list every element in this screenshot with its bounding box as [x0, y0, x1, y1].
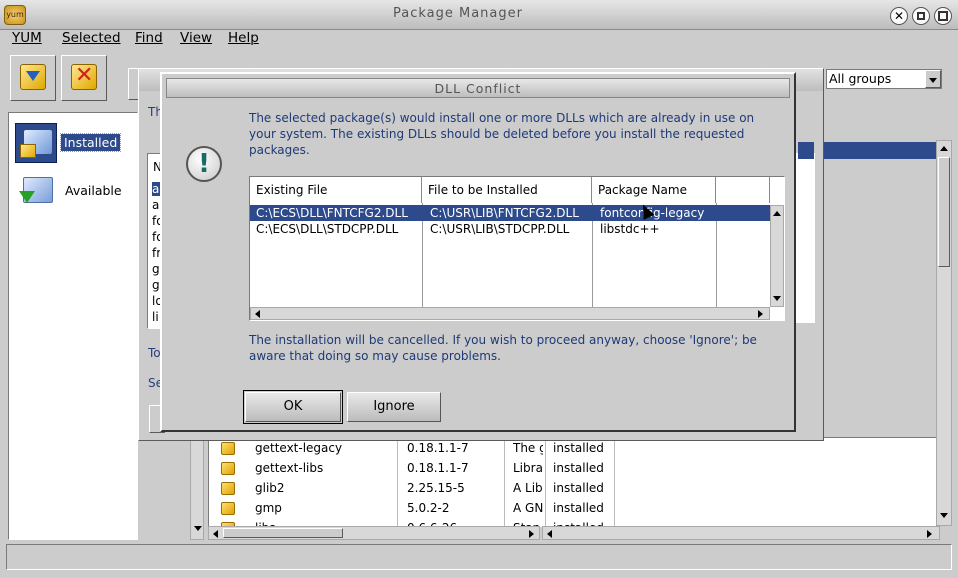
column-header-package-name[interactable]: Package Name: [592, 177, 716, 203]
groups-dropdown[interactable]: All groups: [826, 69, 942, 89]
install-button[interactable]: [10, 55, 56, 101]
sidebar-item-label: Installed: [59, 133, 122, 152]
ok-button[interactable]: OK: [243, 390, 343, 424]
package-summary-cell: A Libr: [513, 481, 543, 495]
table-row[interactable]: C:\ECS\DLL\STDCPP.DLL C:\USR\LIB\STDCPP.…: [250, 221, 772, 237]
package-status-cell: installed: [553, 441, 604, 455]
chevron-down-icon[interactable]: [925, 70, 941, 88]
conflict-table: Existing File File to be Installed Packa…: [249, 176, 785, 321]
package-name-cell: libstdc++: [600, 222, 660, 236]
package-version-cell: 2.25.15-5: [407, 481, 465, 495]
dll-conflict-dialog: DLL Conflict ! The selected package(s) w…: [160, 72, 796, 432]
background-list-item[interactable]: g: [152, 262, 160, 276]
package-name-cell: fontconfig-legacy: [600, 206, 705, 220]
maximize-icon[interactable]: [912, 7, 930, 25]
status-bar: [6, 544, 952, 570]
installed-folder-icon: [15, 123, 57, 163]
left-pane-vertical-scrollbar[interactable]: [190, 437, 204, 540]
install-file-cell: C:\USR\LIB\STDCPP.DLL: [430, 222, 570, 236]
package-summary-cell: A GNU: [513, 501, 543, 515]
package-list-vertical-scrollbar[interactable]: [936, 140, 952, 526]
close-icon[interactable]: ✕: [890, 7, 908, 25]
main-title-bar[interactable]: yum Package Manager ✕: [0, 0, 958, 30]
sidebar: Installed Available: [8, 112, 138, 540]
install-file-cell: C:\USR\LIB\FNTCFG2.DLL: [430, 206, 579, 220]
background-list-item[interactable]: g: [152, 278, 160, 292]
table-row[interactable]: glib2 2.25.15-5 A Libr installed: [209, 480, 939, 496]
groups-dropdown-value: All groups: [829, 71, 892, 86]
menu-yum[interactable]: YUM: [12, 30, 42, 46]
package-status-cell: installed: [553, 461, 604, 475]
background-list-item[interactable]: a: [152, 198, 159, 212]
package-icon: [221, 502, 235, 515]
package-icon: [221, 482, 235, 495]
package-name-cell: glib2: [255, 481, 285, 495]
background-selection: [798, 142, 814, 159]
menu-find[interactable]: Find: [135, 30, 163, 46]
table-row[interactable]: C:\ECS\DLL\FNTCFG2.DLL C:\USR\LIB\FNTCFG…: [250, 205, 772, 221]
package-status-cell: installed: [553, 501, 604, 515]
ignore-button[interactable]: Ignore: [347, 392, 441, 422]
package-version-cell: 5.0.2-2: [407, 501, 450, 515]
arrow-down-icon: [26, 71, 40, 81]
menu-bar: YUM Selected Find View Help: [0, 30, 958, 50]
scroll-thumb[interactable]: [223, 528, 343, 538]
background-list-item[interactable]: li: [152, 310, 159, 324]
menu-help[interactable]: Help: [228, 30, 259, 46]
background-text-fragment: To: [148, 346, 161, 360]
package-list: gettext-legacy0.18.1.1-7The ginstalledge…: [208, 437, 940, 527]
menu-view[interactable]: View: [180, 30, 212, 46]
remove-button[interactable]: ✕: [61, 55, 107, 101]
table-vertical-scrollbar[interactable]: [770, 205, 784, 307]
package-status-cell: installed: [553, 481, 604, 495]
package-version-cell: 0.18.1.1-7: [407, 441, 469, 455]
package-summary-cell: The g: [513, 441, 543, 455]
sidebar-item-installed[interactable]: Installed: [13, 121, 133, 165]
scroll-thumb[interactable]: [938, 157, 950, 267]
background-list-right: [795, 153, 815, 323]
window-title: Package Manager: [392, 6, 523, 21]
menu-selected[interactable]: Selected: [62, 30, 121, 46]
dialog-title-bar[interactable]: DLL Conflict: [166, 78, 790, 98]
package-icon: [221, 442, 235, 455]
dialog-title: DLL Conflict: [434, 81, 522, 96]
package-summary-cell: Librar: [513, 461, 543, 475]
sidebar-item-label: Available: [65, 183, 122, 198]
table-row[interactable]: gettext-libs 0.18.1.1-7 Librar installed: [209, 460, 939, 476]
existing-file-cell: C:\ECS\DLL\STDCPP.DLL: [256, 222, 399, 236]
package-name-cell: gmp: [255, 501, 282, 515]
dialog-footer-message: The installation will be cancelled. If y…: [249, 333, 757, 363]
dialog-message: The selected package(s) would install on…: [249, 111, 755, 157]
package-list-horizontal-scrollbar[interactable]: [542, 526, 940, 540]
sidebar-item-available[interactable]: Available: [13, 169, 133, 213]
column-header-blank: [716, 177, 770, 203]
restore-icon[interactable]: [934, 7, 952, 25]
table-horizontal-scrollbar[interactable]: [250, 307, 770, 320]
package-name-cell: gettext-legacy: [255, 441, 343, 455]
app-icon[interactable]: yum: [4, 5, 26, 25]
package-version-cell: 0.18.1.1-7: [407, 461, 469, 475]
package-icon: [221, 462, 235, 475]
package-name-cell: gettext-libs: [255, 461, 324, 475]
available-folder-icon: [17, 173, 55, 207]
table-row[interactable]: gettext-legacy 0.18.1.1-7 The g installed: [209, 440, 939, 456]
column-header-file-to-install[interactable]: File to be Installed: [422, 177, 592, 203]
package-list-horizontal-scrollbar[interactable]: [208, 526, 540, 540]
table-row[interactable]: gmp 5.0.2-2 A GNU installed: [209, 500, 939, 516]
red-x-icon: ✕: [75, 63, 94, 88]
info-icon: !: [186, 146, 222, 182]
column-header-existing-file[interactable]: Existing File: [250, 177, 422, 203]
existing-file-cell: C:\ECS\DLL\FNTCFG2.DLL: [256, 206, 408, 220]
